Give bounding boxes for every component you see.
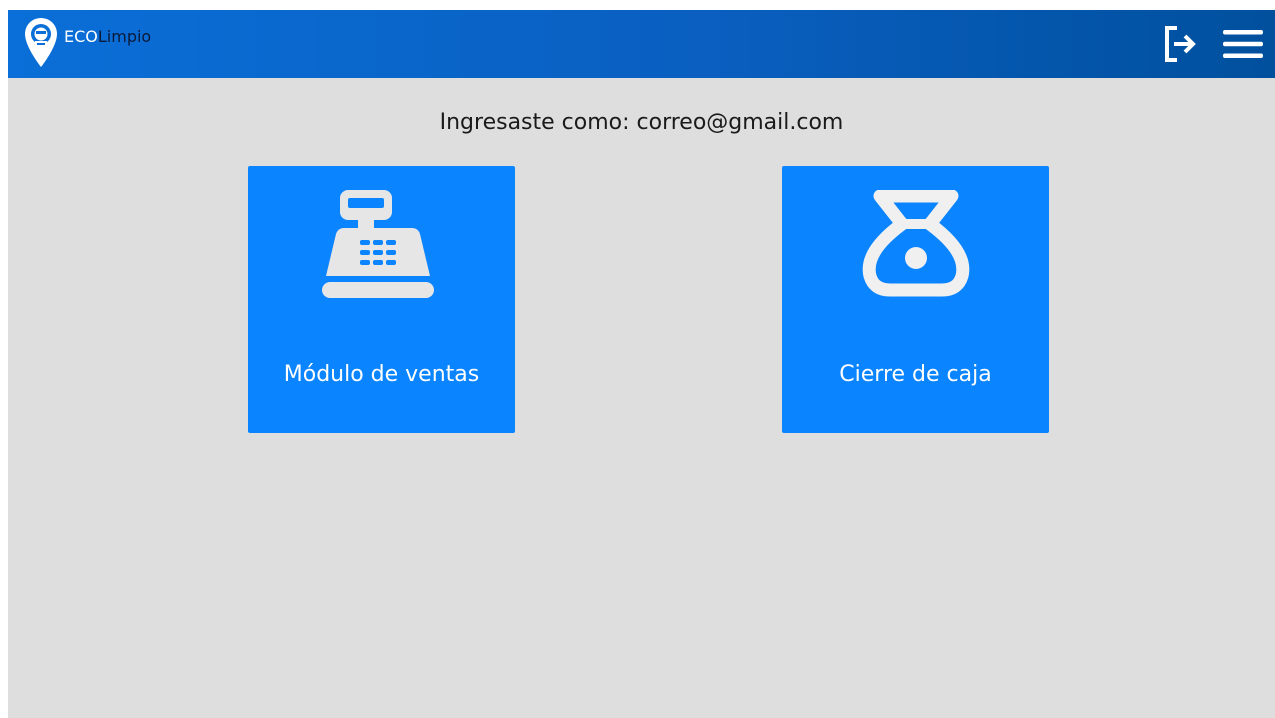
top-navigation-bar: ECOLimpio bbox=[8, 10, 1275, 78]
money-bag-icon bbox=[862, 190, 969, 297]
brand-name: ECOLimpio bbox=[64, 27, 151, 46]
logout-icon bbox=[1165, 26, 1196, 62]
tile-icon-container bbox=[248, 190, 515, 310]
brand-limpio-text: Limpio bbox=[97, 26, 152, 46]
brand-eco-text: ECO bbox=[64, 26, 98, 46]
brand-logo[interactable]: ECOLimpio bbox=[24, 17, 151, 69]
menu-button[interactable] bbox=[1223, 24, 1263, 64]
logged-in-as-text: Ingresaste como: correo@gmail.com bbox=[439, 110, 844, 135]
location-pin-logo-icon bbox=[25, 18, 57, 67]
cash-closing-label: Cierre de caja bbox=[839, 362, 992, 387]
hamburger-menu-icon bbox=[1223, 30, 1263, 58]
cash-register-icon bbox=[321, 190, 434, 298]
header-actions bbox=[1161, 22, 1263, 66]
sales-module-label: Módulo de ventas bbox=[283, 362, 480, 387]
logout-button[interactable] bbox=[1161, 24, 1201, 64]
tile-icon-container bbox=[782, 190, 1049, 310]
cash-closing-tile[interactable]: Cierre de caja bbox=[782, 166, 1049, 433]
sales-module-tile[interactable]: Módulo de ventas bbox=[248, 166, 515, 433]
app-frame: ECOLimpio Ingresaste como: correo@gmail.… bbox=[8, 10, 1275, 718]
